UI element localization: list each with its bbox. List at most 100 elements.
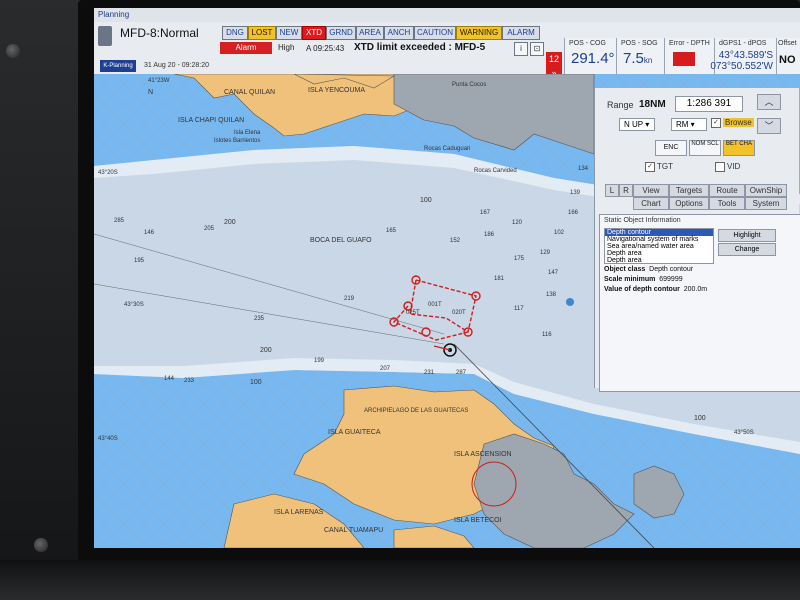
planning-badge[interactable]: K-Planning (100, 60, 136, 72)
browse-toggle[interactable]: ✓ Browse (711, 118, 754, 128)
date-time: 31 Aug 20 - 09:28:20 (144, 62, 209, 69)
tgt-checkbox[interactable]: ✓ (645, 162, 655, 172)
nautical-chart[interactable]: N 41°23W CANAL QUILAN ISLA YENCOUMA ISLA… (94, 74, 800, 548)
highlight-button[interactable]: Highlight (718, 229, 776, 242)
mfd-mode: MFD-8:Normal (120, 26, 199, 40)
longitude-value: 073°50.552'W (710, 61, 773, 72)
place-name: CANAL TUAMAPU (324, 527, 383, 534)
acknowledge-icon[interactable]: ⊡ (530, 42, 544, 56)
tab-view[interactable]: View (633, 184, 669, 197)
place-name: Islotes Barrientos (214, 138, 260, 144)
motion-select[interactable]: RM ▾ (671, 118, 707, 131)
sounding: 147 (548, 270, 559, 276)
north-arrow-label: N (148, 89, 153, 96)
alarm-alarm-button[interactable]: ALARM (502, 26, 540, 40)
sounding: 285 (114, 218, 125, 224)
list-item[interactable]: Sea area/named water area (605, 243, 713, 250)
contour-label: 200 (260, 347, 272, 354)
alarm-new-button[interactable]: NEW (276, 26, 302, 40)
list-item[interactable]: Depth contour (605, 229, 713, 236)
alarm-anch-button[interactable]: ANCH (384, 26, 414, 40)
orientation-select[interactable]: N UP ▾ (619, 118, 655, 131)
sounding: 207 (380, 366, 391, 372)
change-button[interactable]: Change (718, 243, 776, 256)
sounding: 219 (344, 296, 355, 302)
alarm-warning-button[interactable]: WARNING (456, 26, 502, 40)
tab-targets[interactable]: Targets (669, 184, 709, 197)
browse-checkbox[interactable]: ✓ (711, 118, 721, 128)
alarm-count: 12 (548, 54, 559, 64)
tab-r[interactable]: R (619, 184, 633, 197)
waypoint-label: 025T (406, 310, 420, 316)
contour-label: 100 (420, 197, 432, 204)
object-class-value: Depth contour (649, 266, 694, 273)
tab-options[interactable]: Options (669, 197, 709, 210)
sounding: 146 (144, 230, 155, 236)
list-item[interactable]: Depth area (605, 250, 713, 257)
nom-scl-button[interactable]: NOM SCL (689, 140, 721, 156)
sounding: 134 (578, 166, 589, 172)
alarm-xtd-button[interactable]: XTD (302, 26, 326, 40)
tgt-toggle[interactable]: ✓ TGT (645, 162, 673, 172)
chevron-up-icon[interactable]: ︿ (757, 94, 781, 110)
screw-icon (6, 44, 20, 58)
alarm-indicator[interactable]: Alarm (220, 42, 272, 54)
nav-depth: Error - DPTH (664, 38, 715, 74)
list-item[interactable]: Navigational system of marks (605, 236, 713, 243)
latitude-mark: 43°50S (734, 430, 754, 436)
vid-checkbox[interactable] (715, 162, 725, 172)
sounding: 166 (568, 210, 579, 216)
screw-icon (34, 538, 48, 552)
sounding: 199 (314, 358, 325, 364)
alarm-message: XTD limit exceeded : MFD-5 (354, 42, 486, 53)
sounding: 235 (254, 316, 265, 322)
object-details: Object class Depth contour Scale minimum… (604, 265, 794, 295)
control-panel: Range 18NM 1:286 391 ︿ ﹀ N UP ▾ RM ▾ ✓ Br… (594, 88, 800, 392)
range-value[interactable]: 18NM (639, 99, 666, 110)
sog-unit: kn (643, 56, 653, 65)
sounding: 102 (554, 230, 565, 236)
info-icon[interactable]: i (514, 42, 528, 56)
sounding: 116 (542, 332, 552, 338)
buoy-icon (566, 298, 574, 306)
bet-cha-button[interactable]: BET CHA (723, 140, 755, 156)
alarm-area-button[interactable]: AREA (356, 26, 384, 40)
waypoint-label: 020T (452, 310, 466, 316)
alarm-dng-button[interactable]: DNG (222, 26, 248, 40)
tab-tools[interactable]: Tools (709, 197, 745, 210)
tab-ownship[interactable]: OwnShip (745, 184, 787, 197)
sounding: 152 (450, 238, 461, 244)
sounding: 195 (134, 258, 145, 264)
object-list[interactable]: Depth contour Navigational system of mar… (604, 228, 714, 264)
tab-route[interactable]: Route (709, 184, 745, 197)
place-name: ISLA YENCOUMA (308, 87, 365, 94)
tab-l[interactable]: L (605, 184, 619, 197)
latitude-value: 43°43.589'S (718, 50, 773, 61)
sounding: 175 (514, 256, 525, 262)
sounding: 287 (456, 370, 467, 376)
place-name: Punta Cocos (452, 82, 486, 88)
chevron-down-icon[interactable]: ﹀ (757, 118, 781, 134)
sounding: 139 (570, 190, 581, 196)
window-title: Planning (98, 10, 130, 19)
sounding: 233 (184, 378, 195, 384)
place-name: ISLA CHAPI QUILAN (178, 117, 244, 124)
alarm-grnd-button[interactable]: GRND (326, 26, 356, 40)
scale-min-label: Scale minimum (604, 276, 656, 283)
tab-system[interactable]: System (745, 197, 787, 210)
tab-chart[interactable]: Chart (633, 197, 669, 210)
offset-label: Offset (778, 40, 797, 47)
scale-value[interactable]: 1:286 391 (675, 96, 743, 112)
alarm-lost-button[interactable]: LOST (248, 26, 276, 40)
contour-label: 100 (250, 379, 262, 386)
list-item[interactable]: Depth area (605, 257, 713, 263)
vid-toggle[interactable]: VID (715, 162, 740, 172)
nav-sog: POS - SOG 7.5kn (616, 38, 665, 74)
motion-value: RM (676, 120, 689, 129)
cog-value: 291.4° (571, 50, 615, 67)
latitude-mark: 43°40S (98, 436, 118, 442)
orientation-value: N UP (624, 120, 643, 129)
sounding: 181 (494, 276, 505, 282)
alarm-caution-button[interactable]: CAUTION (414, 26, 456, 40)
enc-button[interactable]: ENC (655, 140, 687, 156)
